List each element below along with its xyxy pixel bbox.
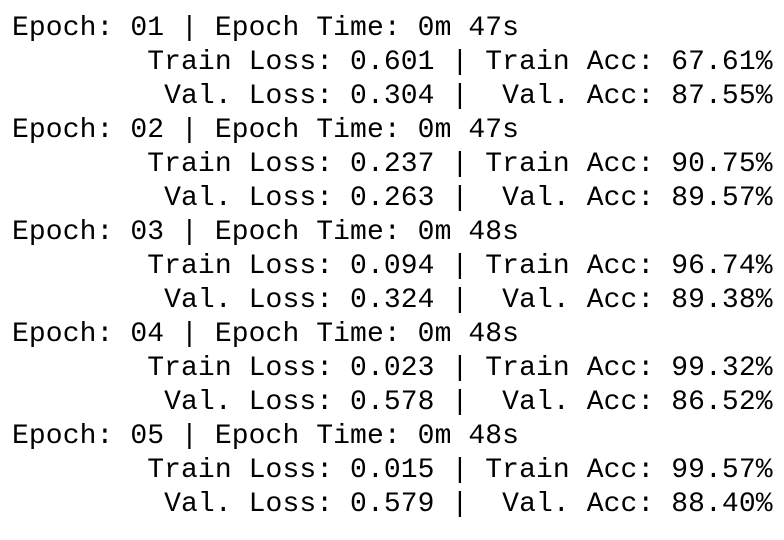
epoch-04-val-metrics: Val. Loss: 0.578 | Val. Acc: 86.52% — [12, 387, 773, 418]
epoch-05-train-metrics: Train Loss: 0.015 | Train Acc: 99.57% — [12, 455, 773, 486]
epoch-03-val-metrics: Val. Loss: 0.324 | Val. Acc: 89.38% — [12, 285, 773, 316]
epoch-02-val-metrics: Val. Loss: 0.263 | Val. Acc: 89.57% — [12, 183, 773, 214]
epoch-03-header: Epoch: 03 | Epoch Time: 0m 48s — [12, 217, 520, 248]
training-log-console: Epoch: 01 | Epoch Time: 0m 47s Train Los… — [0, 0, 784, 540]
epoch-02-train-metrics: Train Loss: 0.237 | Train Acc: 90.75% — [12, 149, 773, 180]
epoch-03-train-metrics: Train Loss: 0.094 | Train Acc: 96.74% — [12, 251, 773, 282]
training-log: Epoch: 01 | Epoch Time: 0m 47s Train Los… — [12, 12, 773, 522]
epoch-01-header: Epoch: 01 | Epoch Time: 0m 47s — [12, 13, 520, 44]
epoch-01-train-metrics: Train Loss: 0.601 | Train Acc: 67.61% — [12, 47, 773, 78]
epoch-02-header: Epoch: 02 | Epoch Time: 0m 47s — [12, 115, 520, 146]
epoch-05-header: Epoch: 05 | Epoch Time: 0m 48s — [12, 421, 520, 452]
epoch-04-header: Epoch: 04 | Epoch Time: 0m 48s — [12, 319, 520, 350]
epoch-04-train-metrics: Train Loss: 0.023 | Train Acc: 99.32% — [12, 353, 773, 384]
epoch-05-val-metrics: Val. Loss: 0.579 | Val. Acc: 88.40% — [12, 489, 773, 520]
epoch-01-val-metrics: Val. Loss: 0.304 | Val. Acc: 87.55% — [12, 81, 773, 112]
